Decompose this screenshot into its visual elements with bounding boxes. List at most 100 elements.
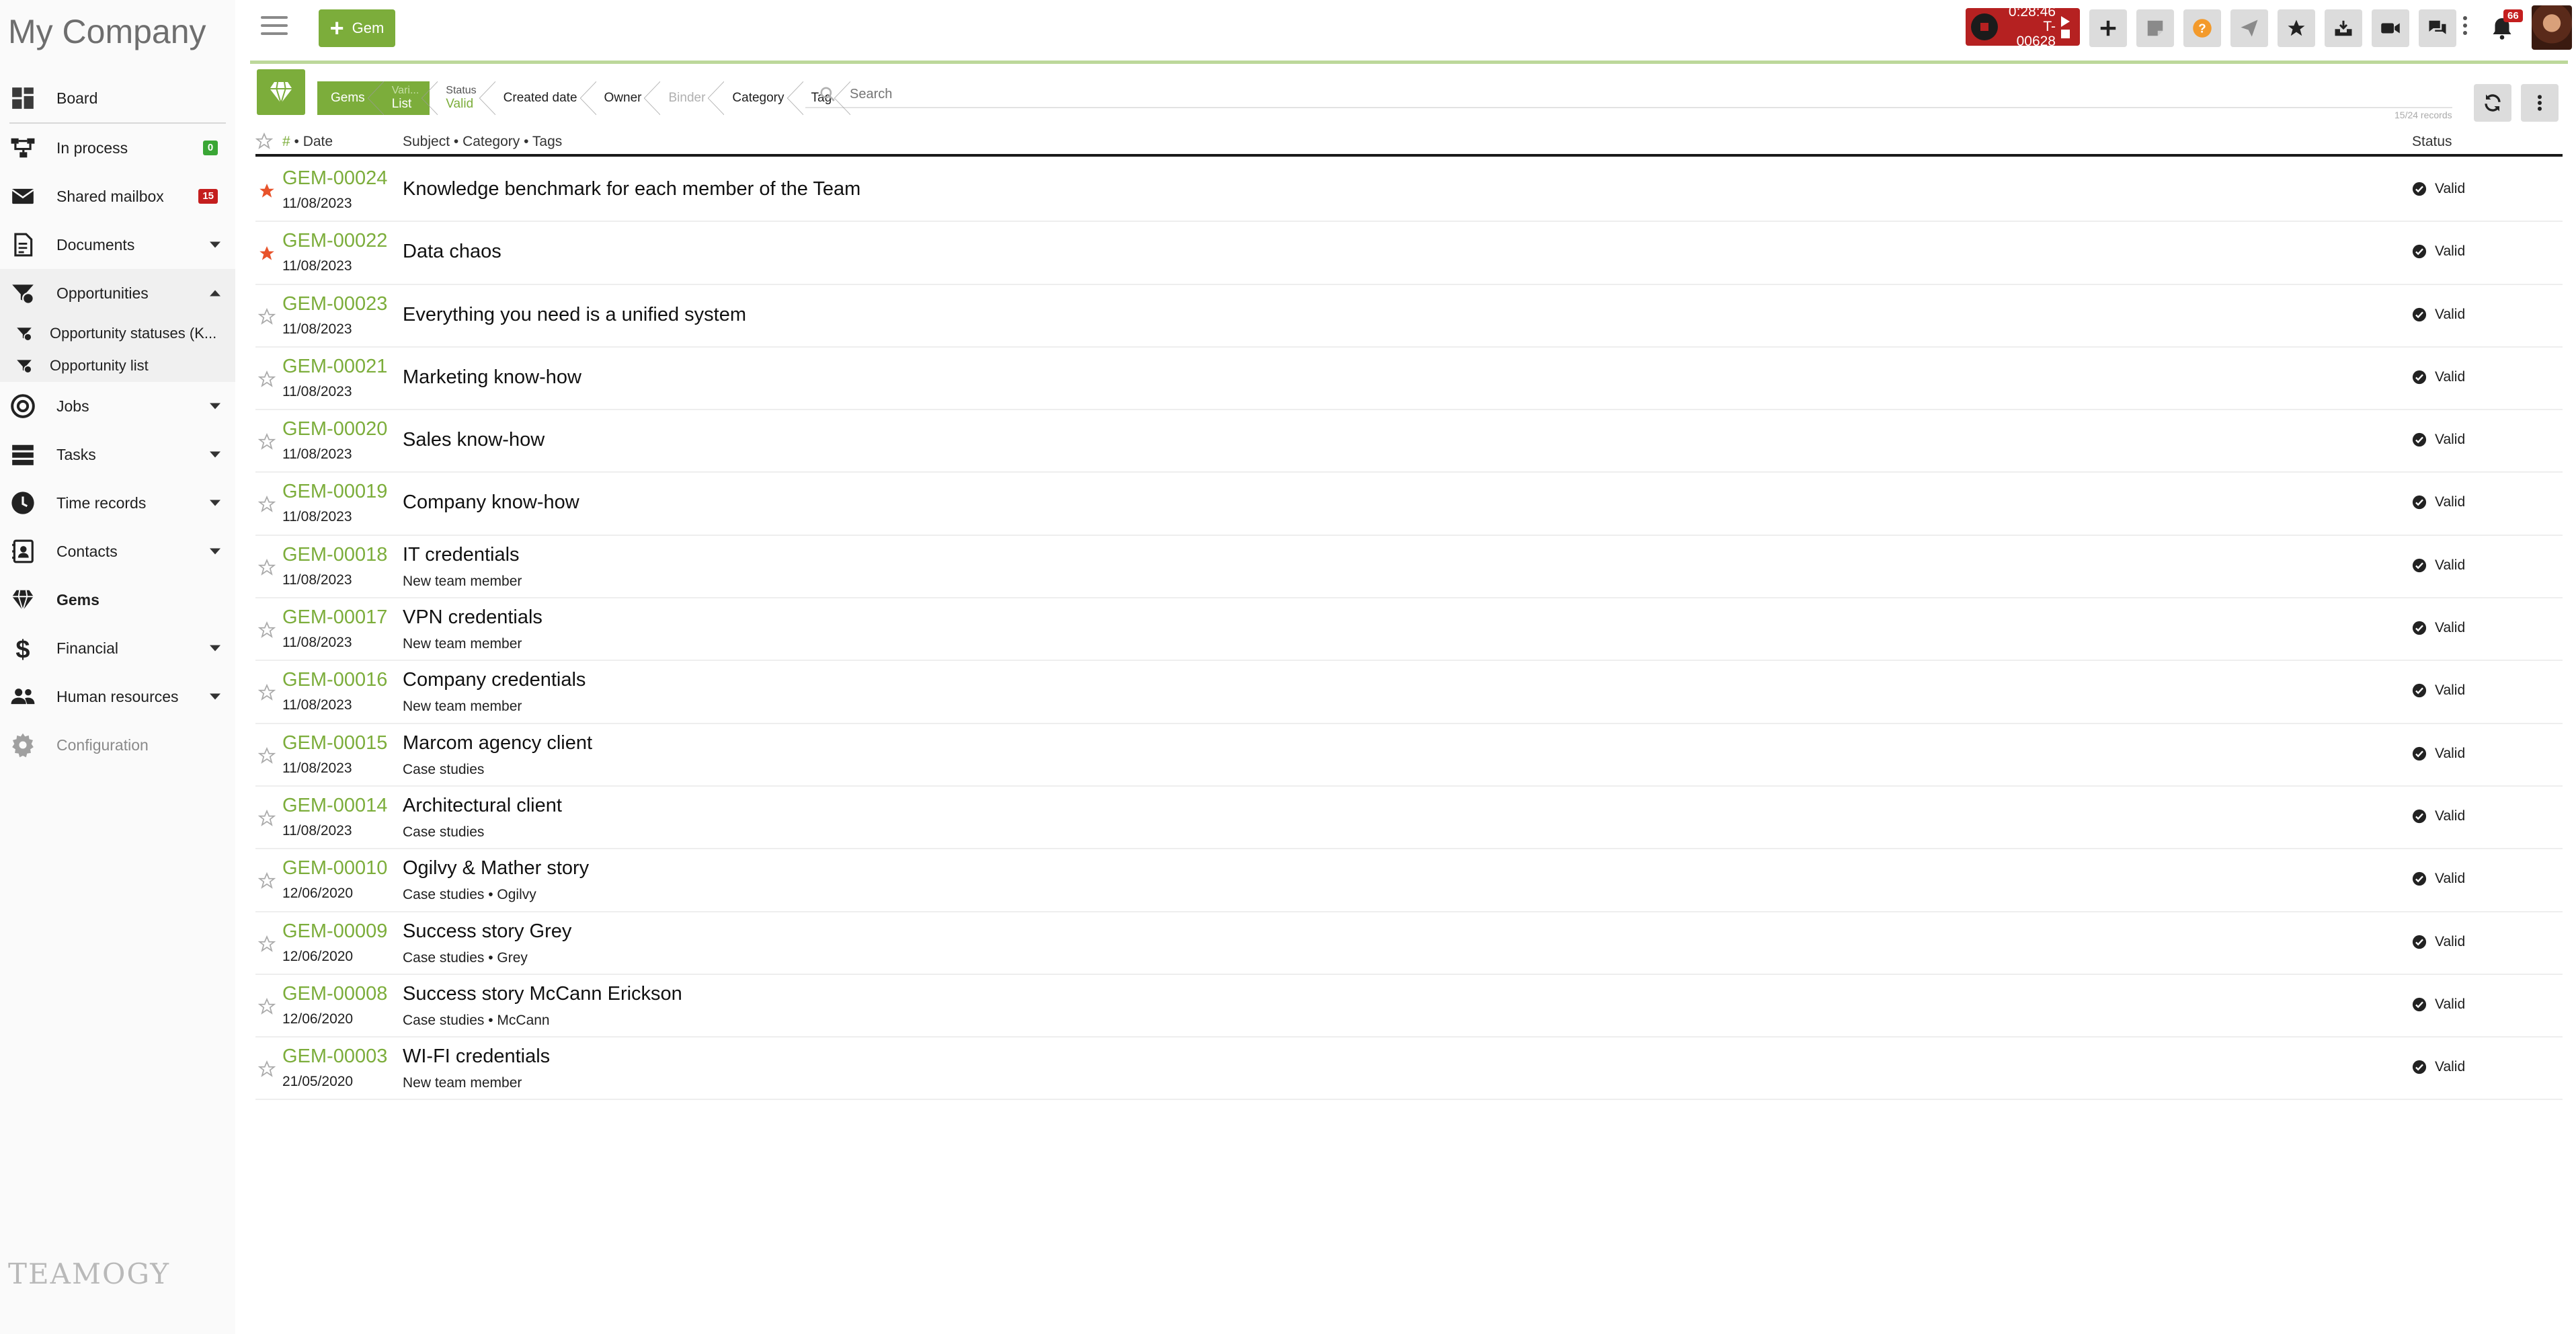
table-row[interactable]: GEM-00015 11/08/2023 Marcom agency client C… [255, 724, 2563, 787]
sidebar-item-financial[interactable]: $ Financial [0, 624, 235, 672]
sidebar-item-opportunities[interactable]: Opportunities [0, 269, 235, 317]
add-gem-button[interactable]: + Gem [319, 9, 395, 47]
gem-id-link[interactable]: GEM-00017 [282, 606, 387, 629]
stop-icon[interactable] [2061, 29, 2070, 38]
company-name[interactable]: My Company [8, 12, 206, 51]
table-row[interactable]: GEM-00003 21/05/2020 WI-FI credentials New … [255, 1037, 2563, 1101]
crumb-created-date[interactable]: Created date [487, 81, 596, 115]
star-outline-icon[interactable] [257, 746, 276, 764]
chevron-down-icon[interactable] [210, 693, 220, 700]
quick-add-button[interactable] [2089, 9, 2127, 47]
time-tracker[interactable]: 0:28:46 T-00628 [1966, 5, 2080, 49]
sidebar-subitem-opportunity-list[interactable]: Opportunity list [0, 350, 235, 382]
chevron-down-icon[interactable] [210, 645, 220, 652]
table-row[interactable]: GEM-00019 11/08/2023 Company know-how Valid [255, 473, 2563, 536]
column-header-subject[interactable]: Subject • Category • Tags [403, 134, 562, 150]
table-row[interactable]: GEM-00014 11/08/2023 Architectural client C… [255, 787, 2563, 850]
crumb-gems[interactable]: Gems [317, 81, 384, 115]
sidebar-item-documents[interactable]: Documents [0, 221, 235, 269]
stopwatch-icon[interactable] [1971, 13, 1998, 40]
gem-subject[interactable]: WI-FI credentials [403, 1046, 550, 1068]
gem-subject[interactable]: Architectural client [403, 795, 562, 817]
star-outline-icon[interactable] [257, 558, 276, 576]
gem-subject[interactable]: Company credentials [403, 669, 586, 691]
chat-button[interactable] [2419, 9, 2456, 47]
gem-id-link[interactable]: GEM-00018 [282, 544, 387, 566]
gem-id-link[interactable]: GEM-00008 [282, 983, 387, 1005]
table-row[interactable]: GEM-00021 11/08/2023 Marketing know-how Val… [255, 348, 2563, 411]
star-outline-icon[interactable] [257, 1060, 276, 1078]
hamburger-menu-icon[interactable] [261, 16, 288, 40]
table-row[interactable]: GEM-00022 11/08/2023 Data chaos Valid [255, 222, 2563, 285]
gem-id-link[interactable]: GEM-00009 [282, 920, 387, 943]
gem-id-link[interactable]: GEM-00022 [282, 230, 387, 252]
star-outline-icon[interactable] [257, 496, 276, 513]
video-call-button[interactable] [2372, 9, 2409, 47]
favorites-button[interactable] [2278, 9, 2315, 47]
sidebar-item-configuration[interactable]: Configuration [0, 721, 235, 769]
gem-subject[interactable]: Ogilvy & Mather story [403, 857, 589, 879]
star-icon[interactable] [255, 132, 276, 154]
sidebar-subitem-opportunity-statuses[interactable]: Opportunity statuses (K... [0, 317, 235, 350]
inbox-button[interactable] [2325, 9, 2362, 47]
sidebar-item-jobs[interactable]: Jobs [0, 382, 235, 430]
sidebar-item-in-process[interactable]: In process 0 [0, 124, 235, 172]
star-outline-icon[interactable] [257, 307, 276, 325]
more-vertical-icon[interactable] [2463, 16, 2468, 38]
sidebar-item-contacts[interactable]: Contacts [0, 527, 235, 576]
star-filled-icon[interactable] [258, 182, 276, 200]
crumb-variant[interactable]: Vari... List [375, 81, 438, 115]
more-options-button[interactable] [2521, 84, 2559, 122]
notes-button[interactable] [2136, 9, 2174, 47]
gem-subject[interactable]: Company know-how [403, 492, 579, 514]
table-row[interactable]: GEM-00020 11/08/2023 Sales know-how Valid [255, 410, 2563, 473]
gem-id-link[interactable]: GEM-00021 [282, 356, 387, 378]
gem-subject[interactable]: Success story McCann Erickson [403, 983, 682, 1005]
gem-id-link[interactable]: GEM-00016 [282, 669, 387, 691]
chevron-down-icon[interactable] [210, 548, 220, 555]
gem-id-link[interactable]: GEM-00003 [282, 1046, 387, 1068]
gem-id-link[interactable]: GEM-00024 [282, 167, 387, 190]
star-outline-icon[interactable] [257, 809, 276, 827]
gem-id-link[interactable]: GEM-00020 [282, 418, 387, 440]
star-outline-icon[interactable] [257, 684, 276, 701]
sidebar-item-gems[interactable]: Gems [0, 576, 235, 624]
table-row[interactable]: GEM-00017 11/08/2023 VPN credentials New te… [255, 598, 2563, 662]
crumb-category[interactable]: Category [716, 81, 803, 115]
gem-subject[interactable]: Data chaos [403, 241, 501, 263]
chevron-down-icon[interactable] [210, 403, 220, 409]
help-button[interactable]: ? [2183, 9, 2221, 47]
chevron-down-icon[interactable] [210, 451, 220, 458]
gem-subject[interactable]: VPN credentials [403, 606, 542, 629]
gem-id-link[interactable]: GEM-00014 [282, 795, 387, 817]
star-outline-icon[interactable] [257, 621, 276, 639]
chevron-down-icon[interactable] [210, 500, 220, 506]
table-row[interactable]: GEM-00008 12/06/2020 Success story McCann … [255, 975, 2563, 1038]
star-outline-icon[interactable] [257, 433, 276, 450]
table-row[interactable]: GEM-00016 11/08/2023 Company credentials Ne… [255, 661, 2563, 724]
chevron-down-icon[interactable] [210, 241, 220, 248]
gem-subject[interactable]: Success story Grey [403, 920, 571, 943]
table-row[interactable]: GEM-00024 11/08/2023 Knowledge benchmark f… [255, 159, 2563, 223]
star-outline-icon[interactable] [257, 370, 276, 388]
crumb-owner[interactable]: Owner [588, 81, 661, 115]
sidebar-item-tasks[interactable]: Tasks [0, 430, 235, 479]
gem-subject[interactable]: Marcom agency client [403, 732, 592, 754]
star-outline-icon[interactable] [257, 872, 276, 890]
sidebar-item-shared-mailbox[interactable]: Shared mailbox 15 [0, 172, 235, 221]
star-outline-icon[interactable] [257, 935, 276, 953]
search-input[interactable] [850, 86, 2396, 102]
gem-module-icon[interactable] [257, 69, 305, 115]
gem-subject[interactable]: Knowledge benchmark for each member of t… [403, 178, 860, 200]
chevron-up-icon[interactable] [210, 290, 220, 297]
refresh-button[interactable] [2474, 84, 2511, 122]
table-row[interactable]: GEM-00010 12/06/2020 Ogilvy & Mather story… [255, 849, 2563, 912]
gem-id-link[interactable]: GEM-00010 [282, 857, 387, 879]
sidebar-item-board[interactable]: Board [0, 74, 235, 122]
sidebar-item-time-records[interactable]: Time records [0, 479, 235, 527]
gem-subject[interactable]: IT credentials [403, 544, 520, 566]
play-icon[interactable] [2061, 15, 2070, 27]
gem-subject[interactable]: Marketing know-how [403, 366, 581, 389]
notifications-button[interactable]: 66 [2483, 9, 2523, 47]
send-button[interactable] [2230, 9, 2268, 47]
